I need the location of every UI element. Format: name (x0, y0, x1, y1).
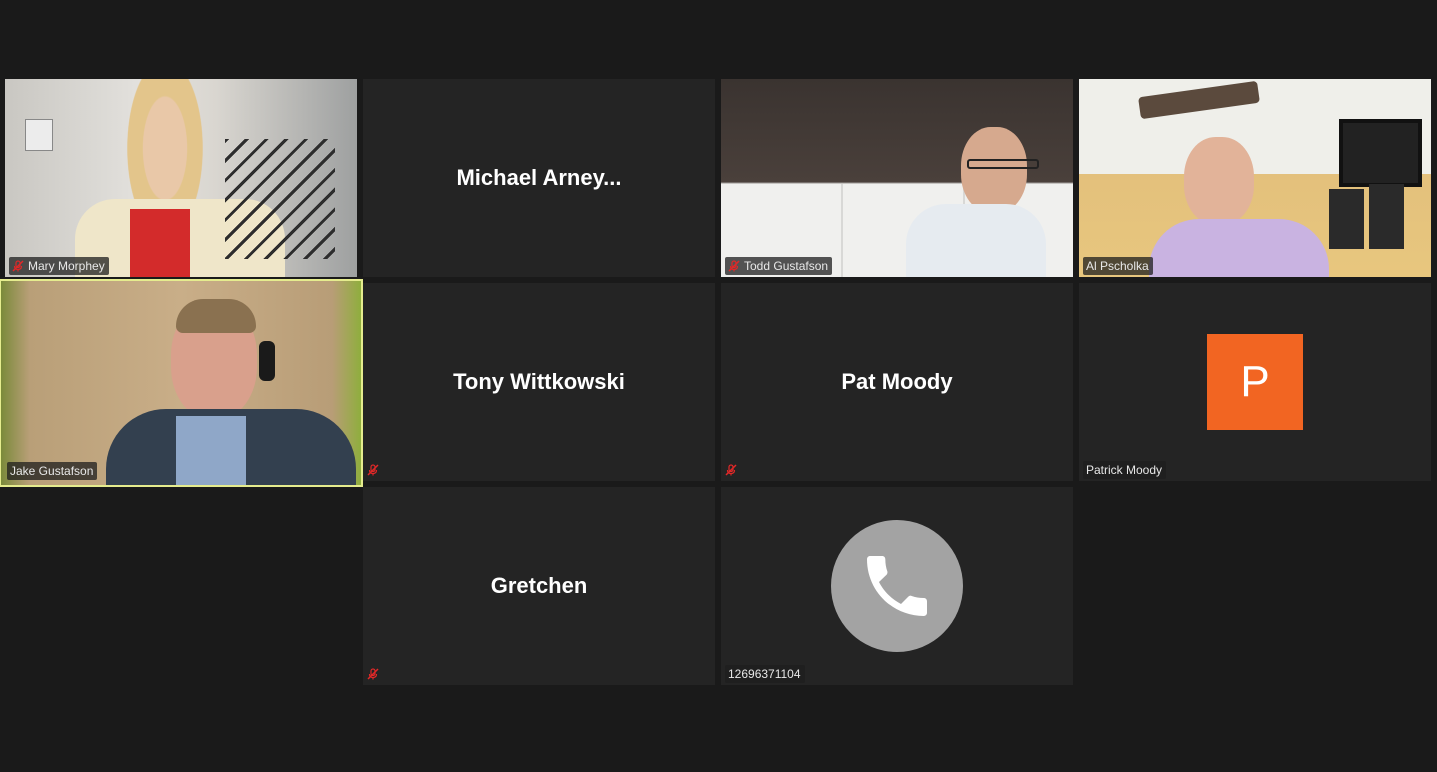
empty-tile (1079, 487, 1431, 685)
microphone-muted-icon (367, 668, 379, 680)
name-label: Todd Gustafson (725, 257, 833, 275)
participant-tile-mary-morphey[interactable]: Mary Morphey (5, 79, 357, 277)
microphone-muted-icon (367, 464, 379, 476)
name-label: 12696371104 (725, 665, 805, 683)
video-feed (1079, 79, 1431, 277)
microphone-muted-icon (12, 260, 24, 272)
participant-tile-phone-caller[interactable]: 12696371104 (721, 487, 1073, 685)
participant-name: Tony Wittkowski (453, 369, 625, 394)
participant-tile-tony-wittkowski[interactable]: Tony Wittkowski (363, 283, 715, 481)
video-feed (721, 79, 1073, 277)
name-label: Patrick Moody (1083, 461, 1167, 479)
name-label: Mary Morphey (9, 257, 109, 275)
empty-tile (5, 487, 357, 685)
participant-tile-pat-moody[interactable]: Pat Moody (721, 283, 1073, 481)
participant-tile-jake-gustafson[interactable]: Jake Gustafson (0, 279, 363, 487)
name-label: Jake Gustafson (7, 462, 98, 480)
participant-tile-gretchen[interactable]: Gretchen (363, 487, 715, 685)
phone-avatar (831, 520, 963, 652)
video-feed (1, 281, 361, 485)
microphone-muted-icon (728, 260, 740, 272)
avatar: P (1207, 334, 1303, 430)
microphone-muted-icon (725, 464, 737, 476)
participant-tile-todd-gustafson[interactable]: Todd Gustafson (721, 79, 1073, 277)
participant-name: Gretchen (490, 573, 588, 598)
participant-name: Pat Moody (841, 369, 953, 394)
participant-name: Michael Arney... (456, 165, 622, 190)
participant-tile-michael-arney[interactable]: Michael Arney... (363, 79, 715, 277)
name-label: Al Pscholka (1083, 257, 1153, 275)
participant-tile-patrick-moody[interactable]: P Patrick Moody (1079, 283, 1431, 481)
phone-icon (867, 556, 927, 616)
participant-tile-al-pscholka[interactable]: Al Pscholka (1079, 79, 1431, 277)
video-feed (5, 79, 357, 277)
